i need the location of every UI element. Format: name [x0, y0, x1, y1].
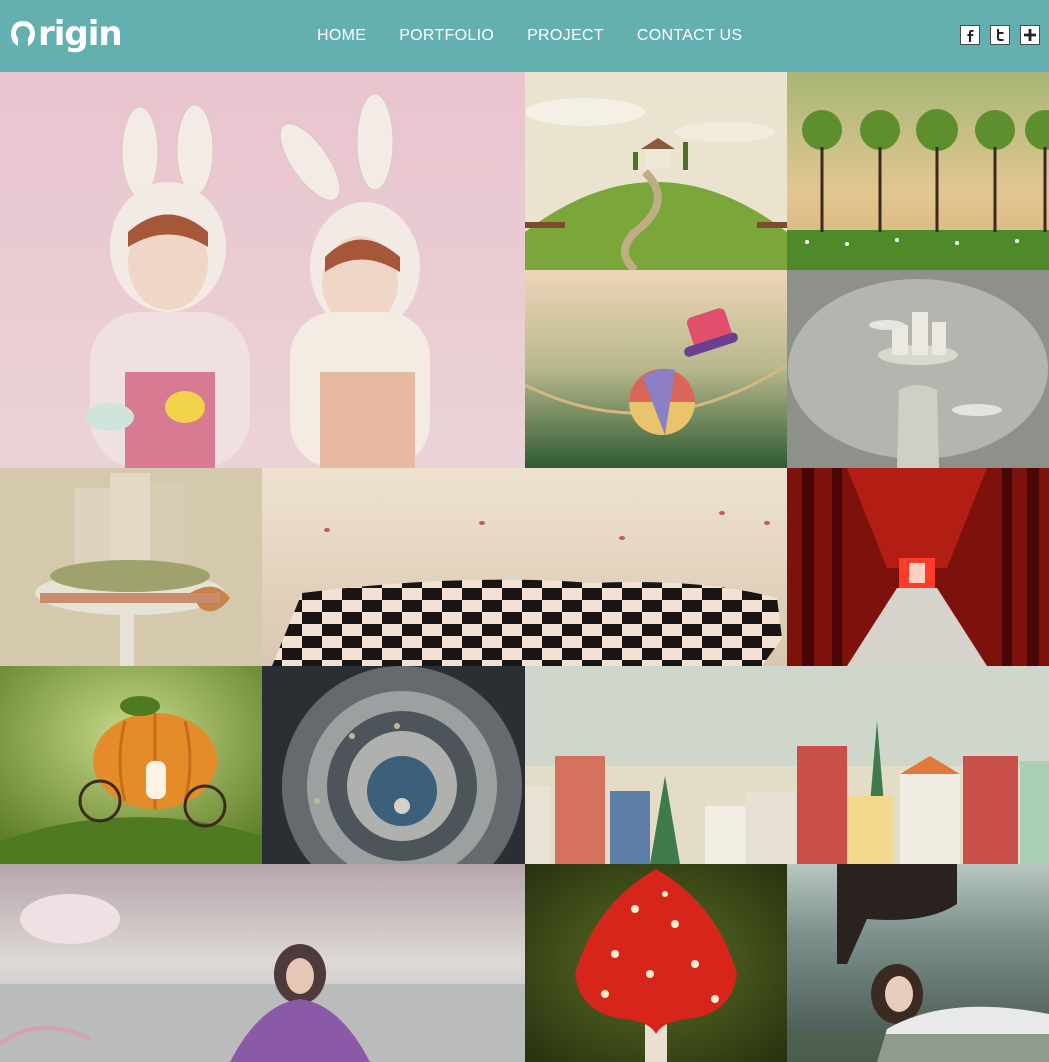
- spiral-staircase-image: [262, 666, 525, 864]
- gallery-image-hat-and-ball[interactable]: [525, 270, 787, 468]
- main-nav: HOME PORTFOLIO PROJECT CONTACT US: [300, 0, 758, 72]
- brand-name: rigin: [38, 14, 123, 54]
- castle-cake-image: [0, 468, 262, 666]
- tower-castle-image: [787, 270, 1049, 468]
- gallery-image-chessboard[interactable]: [262, 468, 787, 666]
- nav-home[interactable]: HOME: [300, 27, 382, 45]
- twitter-button[interactable]: [990, 25, 1010, 45]
- gallery-image-house-on-hill[interactable]: [525, 72, 787, 270]
- site-header: rigin HOME PORTFOLIO PROJECT CONTACT US: [0, 0, 1049, 72]
- gallery-image-mushroom[interactable]: [525, 864, 787, 1062]
- gallery-image-red-torii[interactable]: [787, 468, 1049, 666]
- bunny-girls-image: [0, 72, 525, 468]
- mushroom-image: [525, 864, 787, 1062]
- girl-in-mist-image: [0, 864, 525, 1062]
- site-logo[interactable]: rigin: [9, 14, 123, 54]
- pumpkin-carriage-image: [0, 666, 262, 864]
- nav-portfolio[interactable]: PORTFOLIO: [382, 27, 510, 45]
- gallery-image-girl-in-grass[interactable]: [787, 864, 1049, 1062]
- gallery-image-toy-town[interactable]: [525, 666, 1049, 864]
- gallery-image-spiral-staircase[interactable]: [262, 666, 525, 864]
- gallery-image-tower-castle[interactable]: [787, 270, 1049, 468]
- gallery-image-girl-in-mist[interactable]: [0, 864, 525, 1062]
- nav-contact-us[interactable]: CONTACT US: [620, 27, 759, 45]
- social-links: [960, 25, 1040, 45]
- gallery-image-bunny-girls[interactable]: [0, 72, 525, 468]
- tree-row-image: [787, 72, 1049, 270]
- red-torii-image: [787, 468, 1049, 666]
- origin-o-mark-icon: [11, 21, 35, 46]
- gallery-image-tree-row[interactable]: [787, 72, 1049, 270]
- facebook-button[interactable]: [960, 25, 980, 45]
- plus-icon: [1024, 29, 1036, 41]
- nav-project[interactable]: PROJECT: [510, 27, 620, 45]
- twitter-icon: [997, 29, 1004, 41]
- chessboard-image: [262, 468, 787, 666]
- house-on-hill-image: [525, 72, 787, 270]
- gallery-image-pumpkin-carriage[interactable]: [0, 666, 262, 864]
- toy-town-image: [525, 666, 1049, 864]
- plus-button[interactable]: [1020, 25, 1040, 45]
- gallery-image-castle-cake[interactable]: [0, 468, 262, 666]
- hat-and-ball-image: [525, 270, 787, 468]
- facebook-icon: [967, 30, 974, 42]
- girl-in-grass-image: [787, 864, 1049, 1062]
